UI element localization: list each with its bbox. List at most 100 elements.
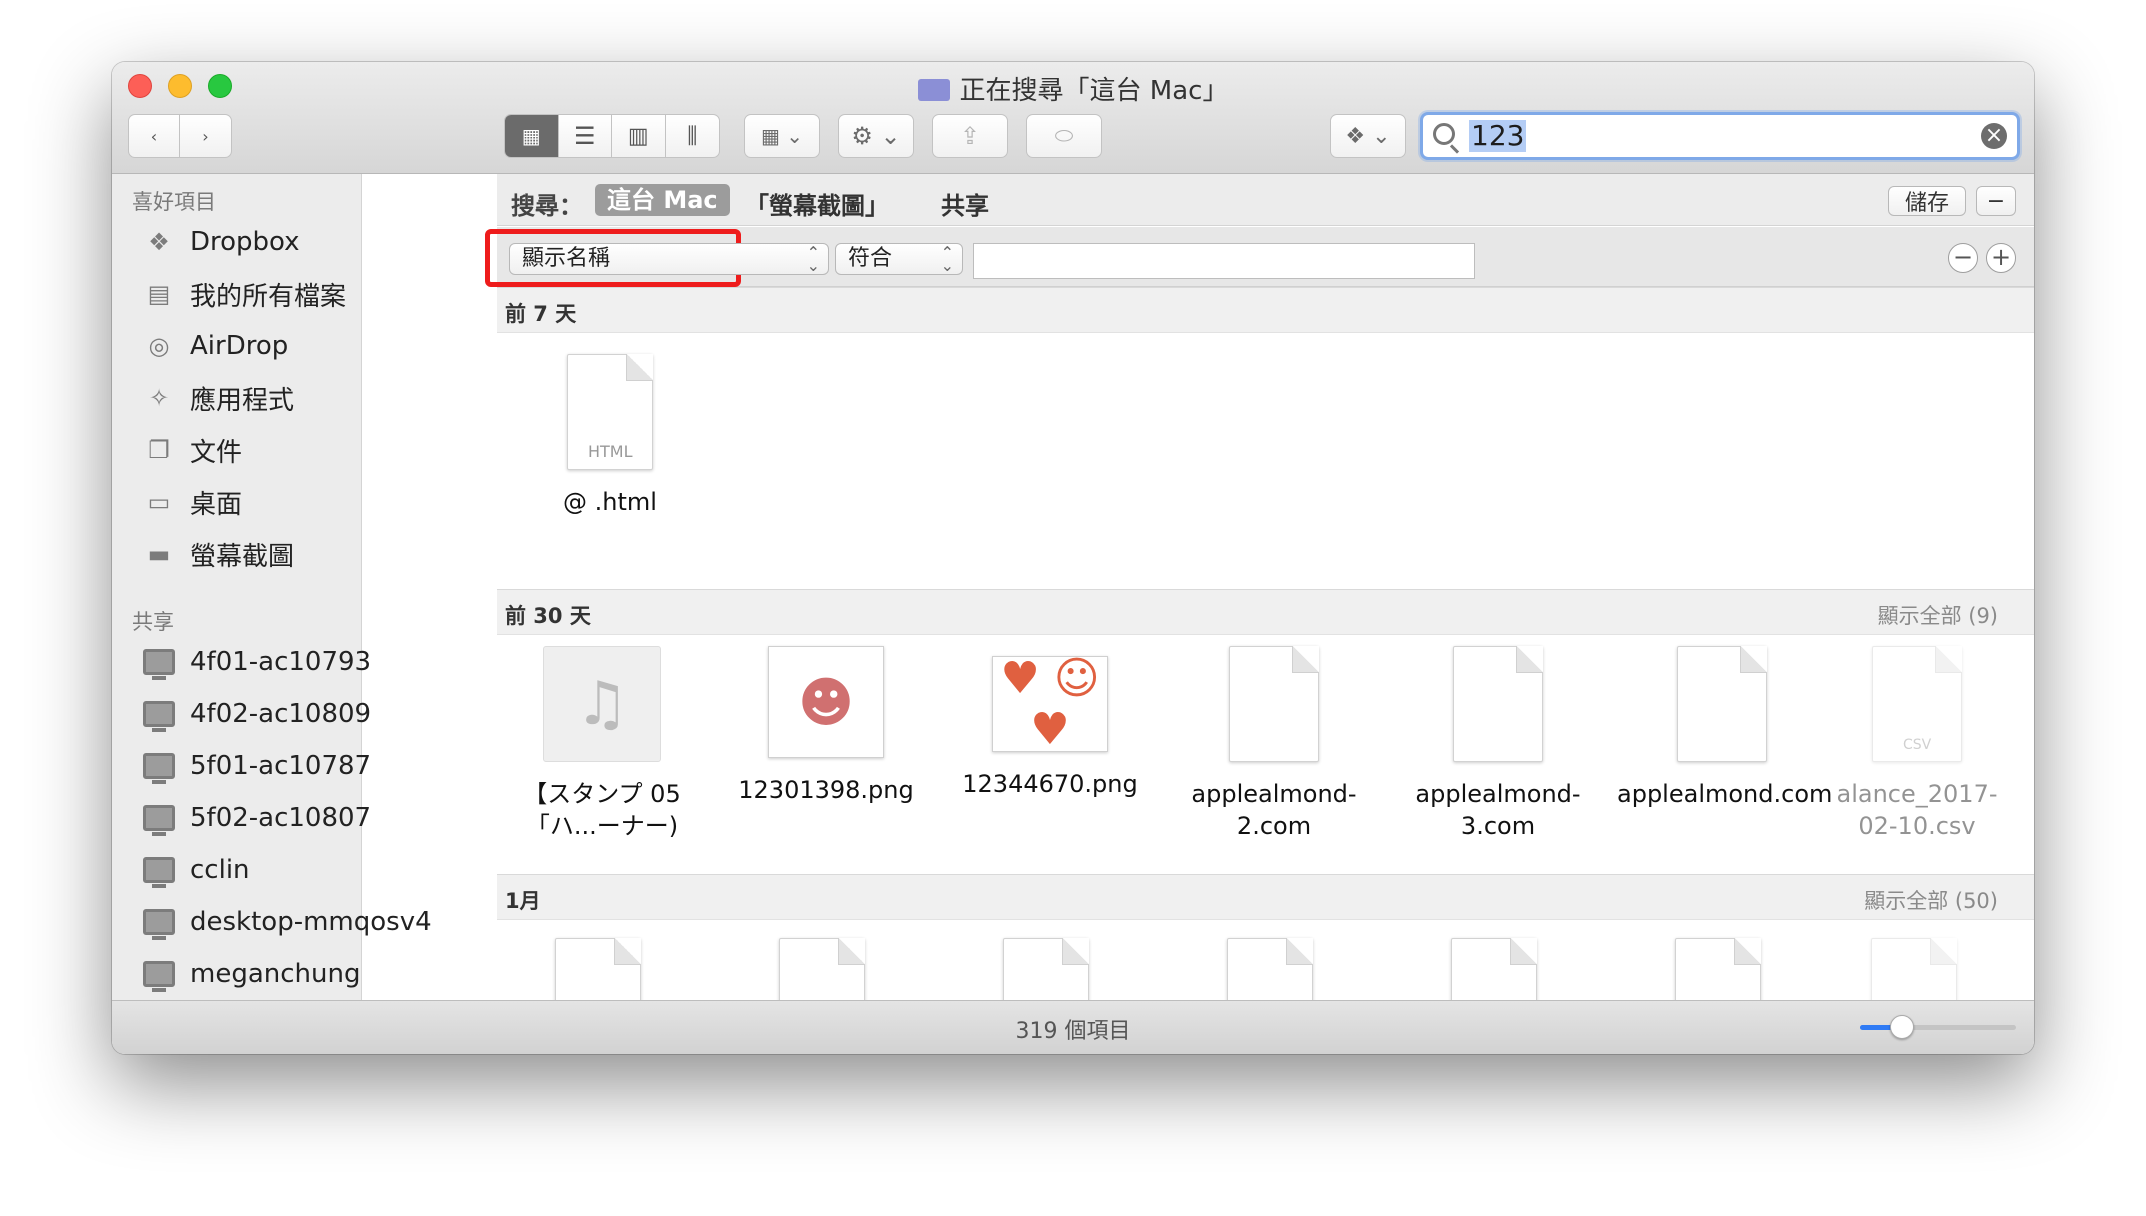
dropbox-toolbar-button[interactable]: ❖ ⌄ bbox=[1330, 114, 1406, 158]
back-button[interactable]: ‹ bbox=[129, 115, 181, 157]
file-item[interactable]: applealmond-2.com bbox=[1169, 646, 1379, 842]
sidebar-item-label: desktop-mmqosv4 bbox=[190, 907, 432, 937]
share-button[interactable]: ⇪ bbox=[932, 114, 1008, 158]
sidebar-item-desktop[interactable]: ▭ 桌面 bbox=[142, 482, 242, 522]
list-icon: ☰ bbox=[573, 122, 596, 150]
computer-icon bbox=[142, 751, 176, 784]
icon-size-slider[interactable] bbox=[1860, 1015, 2016, 1039]
dropbox-icon: ❖ ⌄ bbox=[1345, 123, 1391, 149]
sidebar-item-shared-host[interactable]: 4f01-ac10793 bbox=[142, 642, 371, 682]
shared-header: 共享 bbox=[132, 610, 174, 634]
desktop-icon: ▭ bbox=[147, 488, 171, 516]
computer-icon bbox=[142, 855, 176, 888]
search-icon bbox=[1433, 123, 1455, 145]
tag-icon: ⬭ bbox=[1054, 123, 1074, 149]
computer-icon bbox=[142, 803, 176, 836]
plus-icon: + bbox=[1990, 243, 2012, 271]
html-file-icon: HTML bbox=[567, 354, 653, 470]
show-all-link[interactable]: 顯示全部 (9) bbox=[1878, 600, 1998, 630]
action-button[interactable]: ⚙ ⌄ bbox=[838, 114, 914, 158]
scope-label: 搜尋： bbox=[511, 192, 583, 220]
gallery-view-button[interactable]: ⫼ bbox=[666, 115, 720, 157]
scope-shared[interactable]: 共享 bbox=[941, 186, 989, 221]
file-item[interactable]: ♫ 【スタンプ 05「ハ...ーナー) bbox=[497, 646, 707, 842]
sidebar-item-label: cclin bbox=[190, 855, 250, 885]
file-item[interactable]: ♥ ☺ ♥ 12344670.png bbox=[945, 646, 1155, 800]
clear-search-icon[interactable]: × bbox=[1981, 123, 2007, 149]
generic-document-icon bbox=[1677, 646, 1767, 762]
file-item[interactable]: CSV alance_2017-02-10.csv bbox=[1827, 646, 2007, 842]
columns-icon: ▥ bbox=[627, 123, 649, 149]
minus-icon: − bbox=[1986, 188, 2006, 214]
operator-value: 符合 bbox=[848, 246, 893, 271]
slider-knob[interactable] bbox=[1890, 1015, 1915, 1039]
chevron-left-icon: ‹ bbox=[150, 126, 158, 146]
section-header: 前 30 天 顯示全部 (9) bbox=[497, 589, 2034, 635]
show-all-link[interactable]: 顯示全部 (50) bbox=[1864, 885, 1998, 915]
tags-button[interactable]: ⬭ bbox=[1026, 114, 1102, 158]
scope-this-mac[interactable]: 這台 Mac bbox=[595, 184, 730, 216]
section-header: 前 7 天 bbox=[497, 287, 2034, 333]
arrange-button[interactable]: ▦ ⌄ bbox=[744, 114, 820, 158]
sidebar-item-label: 螢幕截圖 bbox=[190, 541, 295, 572]
sidebar-item-label: Dropbox bbox=[190, 227, 300, 257]
attribute-popup[interactable]: 顯示名稱 ⌃ ⌄ bbox=[509, 243, 829, 275]
file-item[interactable]: HTML @ .html bbox=[505, 354, 715, 518]
list-view-button[interactable]: ☰ bbox=[559, 115, 612, 157]
save-search-button[interactable]: 儲存 bbox=[1888, 186, 1966, 216]
sidebar-item-screenshots[interactable]: ▬ 螢幕截圖 bbox=[142, 534, 294, 574]
file-type-badge: HTML bbox=[588, 442, 633, 461]
sidebar-item-applications[interactable]: ✧ 應用程式 bbox=[142, 378, 294, 418]
document-icon bbox=[779, 938, 865, 1000]
document-icon bbox=[1675, 938, 1761, 1000]
status-bar: 319 個項目 bbox=[112, 1000, 2034, 1054]
remove-scope-button[interactable]: − bbox=[1976, 186, 2016, 216]
computer-icon bbox=[142, 907, 176, 940]
sidebar-item-dropbox[interactable]: ❖ Dropbox bbox=[142, 222, 300, 262]
section-label: 1月 bbox=[505, 889, 541, 913]
document-icon bbox=[1451, 938, 1537, 1000]
sidebar-item-airdrop[interactable]: ◎ AirDrop bbox=[142, 326, 289, 366]
file-name: 12344670.png bbox=[962, 770, 1138, 798]
remove-criteria-button[interactable]: − bbox=[1948, 243, 1978, 273]
share-icon: ⇪ bbox=[959, 122, 981, 150]
generic-document-icon bbox=[1453, 646, 1543, 762]
section-label: 前 30 天 bbox=[505, 604, 591, 628]
sidebar-item-shared-host[interactable]: 5f01-ac10787 bbox=[142, 746, 371, 786]
column-view-button[interactable]: ▥ bbox=[612, 115, 666, 157]
smart-folder-icon bbox=[917, 79, 950, 101]
music-note-icon: ♫ bbox=[543, 646, 661, 762]
file-name: 【スタンプ 05「ハ...ーナー) bbox=[523, 780, 681, 840]
file-item[interactable]: ☻ 12301398.png bbox=[721, 646, 931, 806]
section-label: 前 7 天 bbox=[505, 302, 577, 326]
sidebar-item-documents[interactable]: ❐ 文件 bbox=[142, 430, 242, 470]
generic-document-icon bbox=[1229, 646, 1319, 762]
criteria-row: 顯示名稱 ⌃ ⌄ 符合 ⌃ ⌄ − + bbox=[485, 227, 2034, 287]
search-field[interactable]: 123 × bbox=[1420, 112, 2020, 160]
sidebar-item-all-files[interactable]: ▤ 我的所有檔案 bbox=[142, 274, 346, 314]
sidebar-item-shared-host[interactable]: cclin bbox=[142, 850, 250, 890]
criteria-value-field[interactable] bbox=[973, 243, 1475, 279]
forward-button[interactable]: › bbox=[180, 115, 231, 157]
file-item[interactable]: applealmond-3.com bbox=[1393, 646, 1603, 842]
sidebar-item-label: meganchung bbox=[190, 959, 361, 989]
icon-view-button[interactable]: ▦ bbox=[505, 115, 559, 157]
updown-chevron-icon: ⌃ ⌄ bbox=[940, 243, 954, 275]
file-type-badge: CSV bbox=[1903, 737, 1932, 753]
image-thumbnail-icon: ♥ ☺ ♥ bbox=[992, 653, 1108, 755]
computer-icon bbox=[142, 647, 176, 680]
sidebar-item-label: 我的所有檔案 bbox=[190, 281, 347, 312]
sidebar-item-shared-host[interactable]: 5f02-ac10807 bbox=[142, 798, 371, 838]
airdrop-icon: ◎ bbox=[148, 332, 170, 360]
sidebar-item-label: 4f01-ac10793 bbox=[190, 647, 372, 677]
sidebar-item-shared-host[interactable]: meganchung bbox=[142, 954, 360, 994]
search-input[interactable]: 123 bbox=[1469, 120, 1527, 152]
document-icon bbox=[555, 938, 641, 1000]
file-item[interactable]: applealmond.com bbox=[1617, 646, 1832, 810]
scope-screenshots[interactable]: 「螢幕截圖」 bbox=[745, 186, 889, 221]
sidebar-item-shared-host[interactable]: 4f02-ac10809 bbox=[142, 694, 371, 734]
sidebar-item-shared-host[interactable]: desktop-mmqosv4 bbox=[142, 902, 432, 942]
applications-icon: ✧ bbox=[148, 384, 170, 412]
add-criteria-button[interactable]: + bbox=[1986, 243, 2016, 273]
operator-popup[interactable]: 符合 ⌃ ⌄ bbox=[835, 243, 963, 275]
